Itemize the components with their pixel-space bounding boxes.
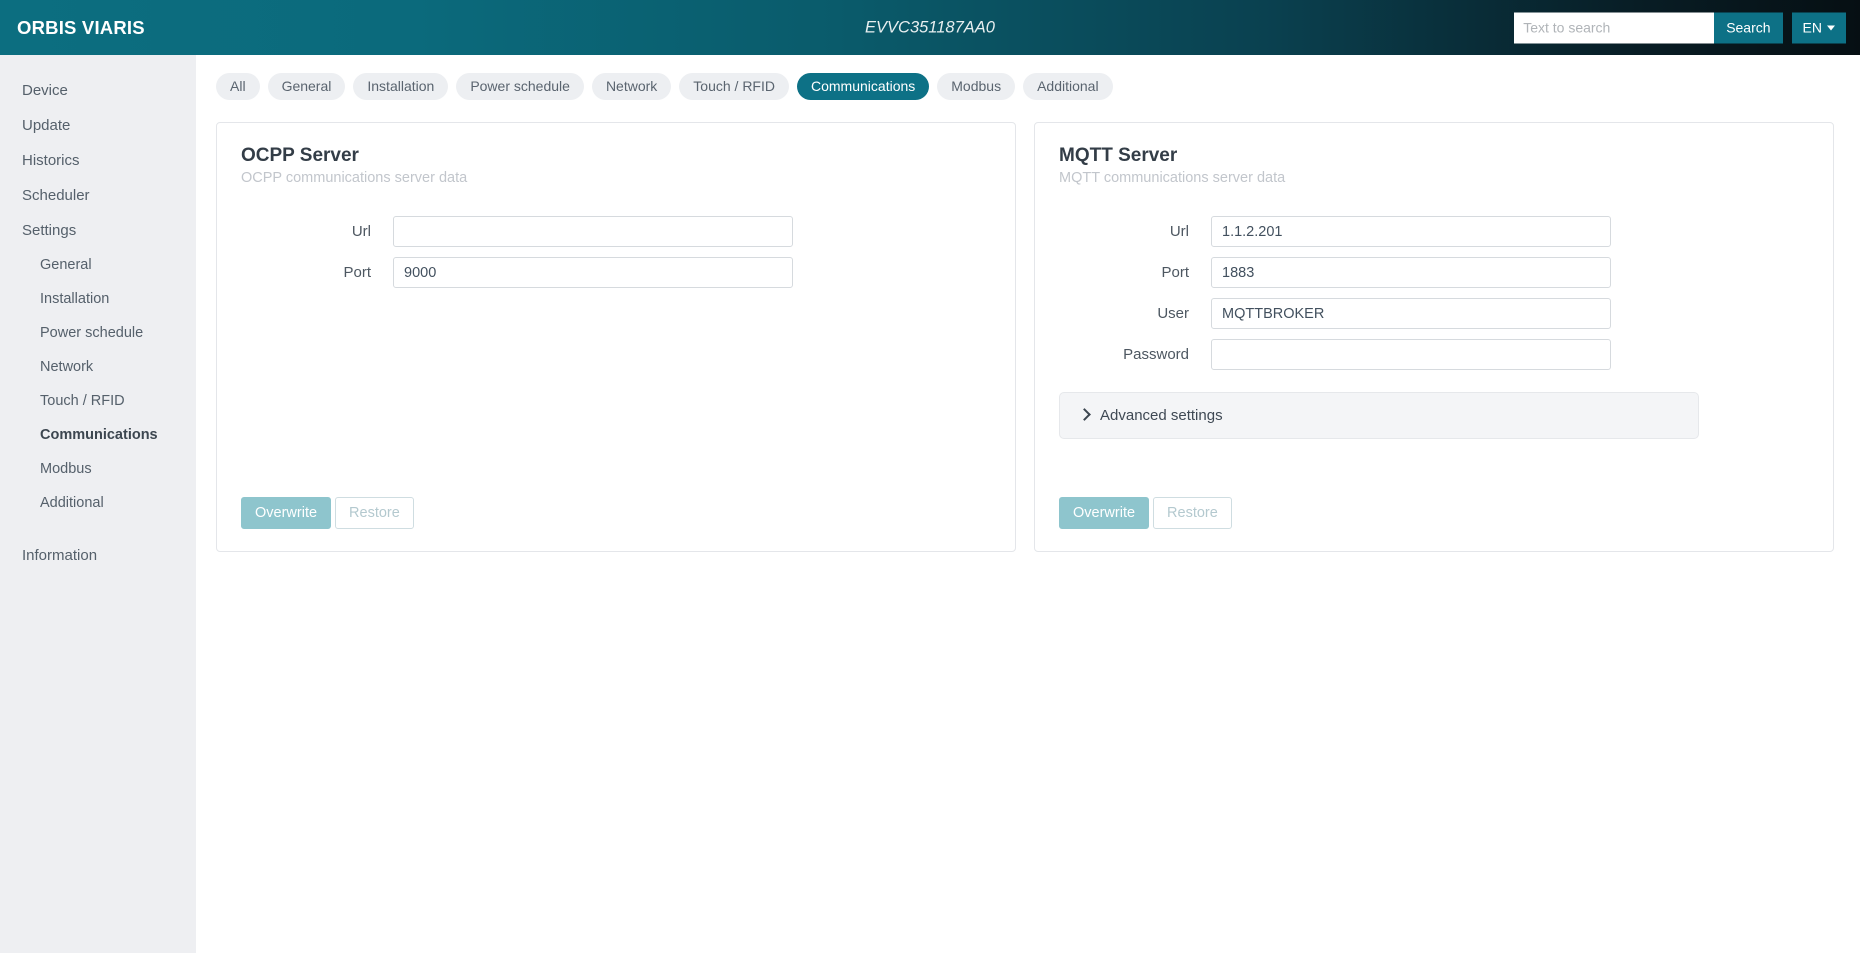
ocpp-button-row: Overwrite Restore <box>241 497 414 529</box>
tab-general[interactable]: General <box>267 73 346 100</box>
mqtt-password-label: Password <box>1123 346 1189 363</box>
mqtt-card-title: MQTT Server <box>1059 145 1178 166</box>
sidebar-item-information[interactable]: Information <box>0 538 196 573</box>
tab-touch-rfid[interactable]: Touch / RFID <box>679 73 789 100</box>
filter-tabbar: All General Installation Power schedule … <box>196 55 1860 100</box>
tab-all[interactable]: All <box>216 73 260 100</box>
tab-modbus[interactable]: Modbus <box>937 73 1016 100</box>
tab-communications[interactable]: Communications <box>797 73 930 100</box>
header-actions: Search EN <box>1514 12 1846 43</box>
ocpp-card-subtitle: OCPP communications server data <box>241 170 468 186</box>
sidebar-item-touch-rfid[interactable]: Touch / RFID <box>0 384 196 418</box>
sidebar-item-communications[interactable]: Communications <box>0 418 196 452</box>
search-group: Search <box>1514 12 1783 43</box>
sidebar-item-historics[interactable]: Historics <box>0 143 196 178</box>
sidebar-item-network[interactable]: Network <box>0 350 196 384</box>
ocpp-port-input[interactable] <box>393 257 793 288</box>
ocpp-server-card: OCPP Server OCPP communications server d… <box>216 122 1016 552</box>
language-selector[interactable]: EN <box>1791 12 1846 43</box>
mqtt-user-label: User <box>1157 305 1189 322</box>
mqtt-password-row: Password <box>1059 339 1809 370</box>
mqtt-user-row: User <box>1059 298 1809 329</box>
mqtt-advanced-settings-label: Advanced settings <box>1100 407 1223 424</box>
tab-additional[interactable]: Additional <box>1023 73 1113 100</box>
mqtt-port-input[interactable] <box>1211 257 1611 288</box>
sidebar-item-general[interactable]: General <box>0 248 196 282</box>
sidebar-item-additional[interactable]: Additional <box>0 486 196 520</box>
ocpp-url-label: Url <box>351 223 371 240</box>
sidebar-nav: Device Update Historics Scheduler Settin… <box>0 55 196 953</box>
mqtt-user-input[interactable] <box>1211 298 1611 329</box>
tab-network[interactable]: Network <box>591 73 672 100</box>
sidebar-item-settings[interactable]: Settings <box>0 213 196 248</box>
ocpp-restore-button[interactable]: Restore <box>335 497 414 529</box>
mqtt-port-label: Port <box>1161 264 1189 281</box>
mqtt-url-input[interactable] <box>1211 216 1611 247</box>
mqtt-overwrite-button[interactable]: Overwrite <box>1059 497 1150 529</box>
tab-installation[interactable]: Installation <box>353 73 449 100</box>
sidebar-item-installation[interactable]: Installation <box>0 282 196 316</box>
language-label: EN <box>1802 19 1822 36</box>
ocpp-url-row: Url <box>241 216 991 247</box>
sidebar-item-update[interactable]: Update <box>0 108 196 143</box>
app-brand-logo: ORBIS VIARIS <box>17 16 145 38</box>
mqtt-button-row: Overwrite Restore <box>1059 497 1232 529</box>
search-button[interactable]: Search <box>1714 12 1783 43</box>
mqtt-url-label: Url <box>1169 223 1189 240</box>
settings-cards: OCPP Server OCPP communications server d… <box>196 100 1860 552</box>
tab-power-schedule[interactable]: Power schedule <box>456 73 584 100</box>
ocpp-url-input[interactable] <box>393 216 793 247</box>
ocpp-card-title: OCPP Server <box>241 145 359 166</box>
mqtt-server-card: MQTT Server MQTT communications server d… <box>1034 122 1834 552</box>
sidebar-item-modbus[interactable]: Modbus <box>0 452 196 486</box>
sidebar-item-scheduler[interactable]: Scheduler <box>0 178 196 213</box>
app-header: ORBIS VIARIS EVVC351187AA0 Search EN <box>0 0 1860 55</box>
caret-down-icon <box>1827 25 1835 30</box>
main-content: All General Installation Power schedule … <box>196 55 1860 953</box>
mqtt-password-input[interactable] <box>1211 339 1611 370</box>
mqtt-card-subtitle: MQTT communications server data <box>1059 170 1286 186</box>
sidebar-item-device[interactable]: Device <box>0 73 196 108</box>
ocpp-port-label: Port <box>343 264 371 281</box>
ocpp-port-row: Port <box>241 257 991 288</box>
mqtt-restore-button[interactable]: Restore <box>1153 497 1232 529</box>
sidebar-item-power-schedule[interactable]: Power schedule <box>0 316 196 350</box>
mqtt-url-row: Url <box>1059 216 1809 247</box>
mqtt-port-row: Port <box>1059 257 1809 288</box>
search-input[interactable] <box>1514 12 1715 43</box>
chevron-right-icon <box>1078 408 1091 421</box>
mqtt-advanced-settings-accordion[interactable]: Advanced settings <box>1059 392 1699 439</box>
ocpp-overwrite-button[interactable]: Overwrite <box>241 497 332 529</box>
